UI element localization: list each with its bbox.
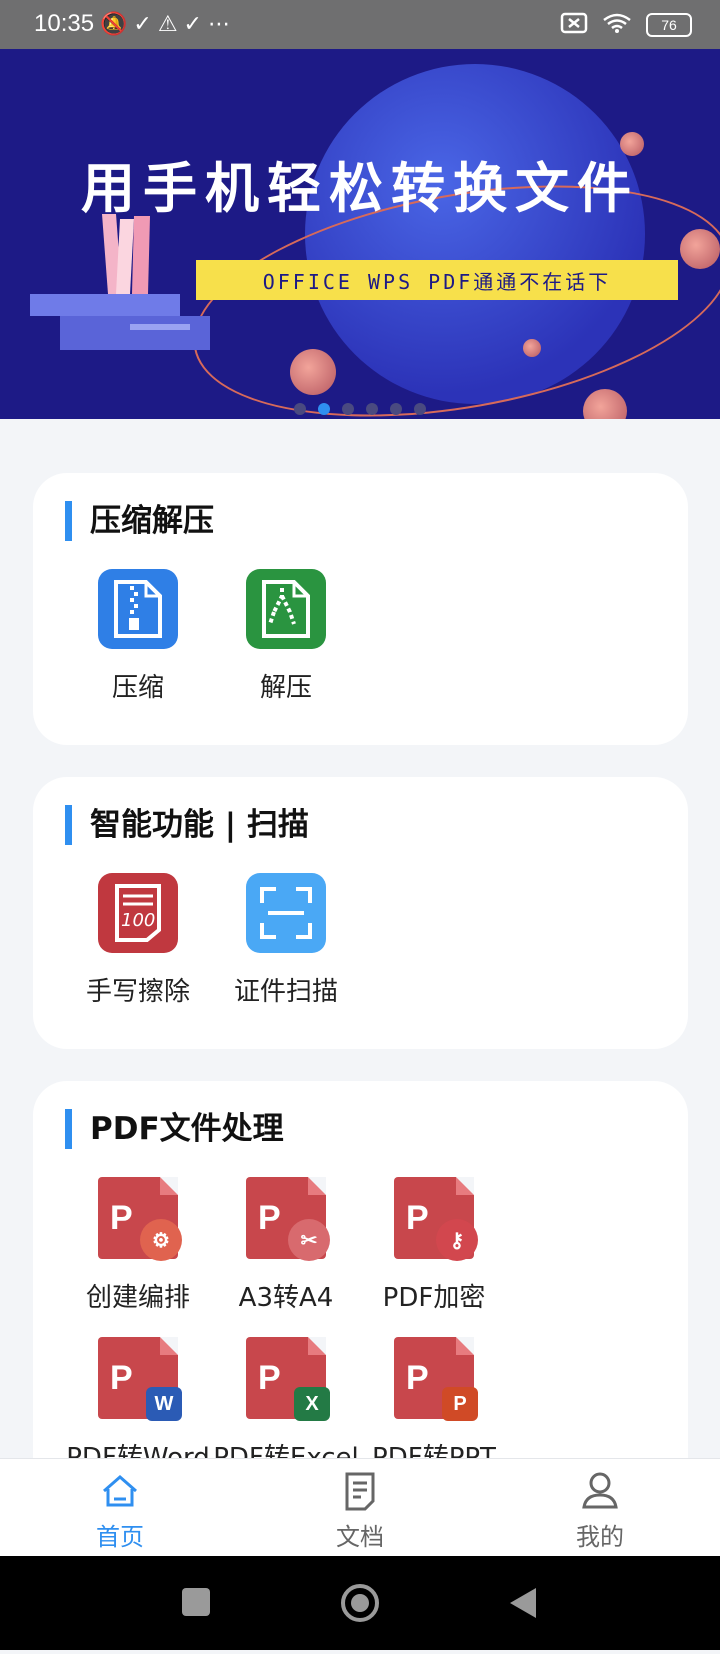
section-title: PDF文件处理 — [65, 1109, 284, 1149]
sim-disabled-icon — [560, 12, 588, 38]
pdf-excel-icon: P X — [246, 1337, 330, 1421]
indicator-dot[interactable] — [342, 403, 354, 415]
document-icon — [290, 1469, 430, 1513]
pdf-gear-icon: P ⚙ — [98, 1177, 182, 1261]
item-label: 手写擦除 — [85, 977, 190, 1007]
pdf-encrypt-item[interactable]: P ⚷ PDF加密 — [359, 1177, 509, 1314]
unzip-icon — [246, 569, 326, 649]
decor-ball — [583, 389, 627, 419]
indicator-dot-active[interactable] — [318, 403, 330, 415]
decor-ball — [523, 339, 541, 357]
indicator-dot[interactable] — [390, 403, 402, 415]
system-nav-bar — [0, 1556, 720, 1650]
notification-icons: 🔕✓⚠✓⋯ — [100, 12, 236, 37]
nav-label: 首页 — [96, 1523, 144, 1551]
compress-card: 压缩解压 压缩 解压 — [33, 473, 688, 745]
indicator-dot[interactable] — [294, 403, 306, 415]
status-right: 76 — [560, 12, 692, 38]
item-label: A3转A4 — [238, 1283, 334, 1313]
nav-documents[interactable]: 文档 — [290, 1469, 430, 1552]
section-title: 压缩解压 — [65, 501, 214, 541]
back-button[interactable] — [510, 1588, 536, 1618]
nav-label: 我的 — [576, 1523, 624, 1551]
item-label: PDF加密 — [382, 1283, 486, 1313]
battery-icon: 76 — [646, 13, 692, 37]
nav-home[interactable]: 首页 — [50, 1469, 190, 1552]
unzip-item[interactable]: 解压 — [211, 569, 361, 704]
item-label: 创建编排 — [85, 1283, 190, 1313]
decor-ball — [290, 349, 336, 395]
pdf-word-icon: P W — [98, 1337, 182, 1421]
home-icon — [50, 1469, 190, 1513]
section-title: 智能功能 | 扫描 — [65, 805, 309, 845]
compress-item[interactable]: 压缩 — [63, 569, 213, 704]
books-illustration — [30, 214, 220, 364]
scan-frame-icon — [246, 873, 326, 953]
smart-card: 智能功能 | 扫描 100 手写擦除 证件扫描 — [33, 777, 688, 1049]
wifi-icon — [602, 12, 632, 38]
status-time: 10:35 — [34, 10, 95, 37]
pdf-a3-a4-item[interactable]: P ✂ A3转A4 — [211, 1177, 361, 1314]
pdf-scissors-icon: P ✂ — [246, 1177, 330, 1261]
pdf-ppt-icon: P P — [394, 1337, 478, 1421]
pdf-to-ppt-item[interactable]: P P PDF转PPT — [359, 1337, 509, 1474]
id-scan-item[interactable]: 证件扫描 — [211, 873, 361, 1008]
banner-indicator — [294, 403, 426, 415]
bottom-navigation: 首页 文档 我的 — [0, 1458, 720, 1557]
recents-button[interactable] — [182, 1588, 210, 1616]
indicator-dot[interactable] — [414, 403, 426, 415]
svg-text:100: 100 — [121, 910, 155, 931]
item-label: 压缩 — [111, 673, 164, 703]
item-label: 解压 — [259, 673, 312, 703]
pdf-key-icon: P ⚷ — [394, 1177, 478, 1261]
pdf-card: PDF文件处理 P ⚙ 创建编排 P ✂ A3转A4 P ⚷ PDF加密 P W… — [33, 1081, 688, 1501]
promo-banner[interactable]: 用手机轻松转换文件 OFFICE WPS PDF通通不在话下 — [0, 49, 720, 419]
pdf-create-item[interactable]: P ⚙ 创建编排 — [63, 1177, 213, 1314]
decor-ball — [680, 229, 720, 269]
pdf-to-excel-item[interactable]: P X PDF转Excel — [211, 1337, 361, 1474]
item-label: 证件扫描 — [233, 977, 338, 1007]
nav-label: 文档 — [336, 1523, 384, 1551]
indicator-dot[interactable] — [366, 403, 378, 415]
handwriting-erase-icon: 100 — [98, 873, 178, 953]
profile-icon — [530, 1469, 670, 1513]
handwriting-erase-item[interactable]: 100 手写擦除 — [63, 873, 213, 1008]
pdf-to-word-item[interactable]: P W PDF转Word — [63, 1337, 213, 1474]
status-bar: 10:35 🔕✓⚠✓⋯ 76 — [0, 0, 720, 49]
banner-title: 用手机轻松转换文件 — [81, 157, 639, 220]
nav-profile[interactable]: 我的 — [530, 1469, 670, 1552]
zip-icon — [98, 569, 178, 649]
banner-subtitle: OFFICE WPS PDF通通不在话下 — [196, 260, 678, 300]
